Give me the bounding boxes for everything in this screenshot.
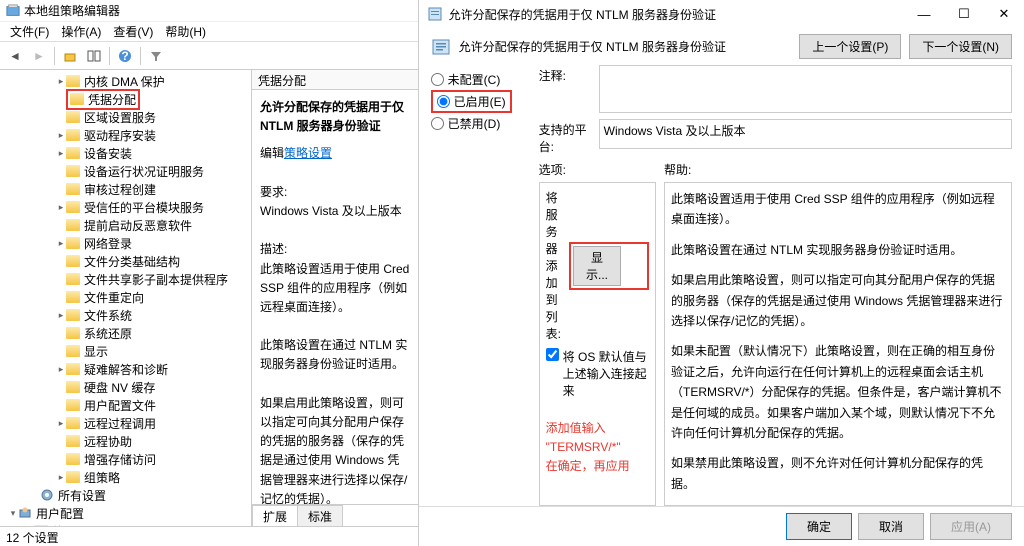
tree-node[interactable]: 审核过程创建 bbox=[84, 181, 156, 198]
gpe-app-icon bbox=[6, 4, 20, 18]
comment-label: 注释: bbox=[539, 65, 599, 113]
tree-node[interactable]: 疑难解答和诊断 bbox=[84, 361, 168, 378]
tree-node[interactable]: 设备安装 bbox=[84, 145, 132, 162]
options-label: 选项: bbox=[539, 161, 664, 178]
help-label: 帮助: bbox=[664, 161, 1012, 178]
tree-node[interactable]: 硬盘 NV 缓存 bbox=[84, 379, 155, 396]
ok-button[interactable]: 确定 bbox=[786, 513, 852, 540]
minimize-button[interactable]: — bbox=[904, 1, 944, 27]
state-radio-group: 未配置(C) 已启用(E) 已禁用(D) bbox=[431, 65, 531, 506]
tree-pane[interactable]: ▸内核 DMA 保护 凭据分配 区域设置服务 ▸驱动程序安装 ▸设备安装 设备运… bbox=[0, 70, 252, 526]
platform-value: Windows Vista 及以上版本 bbox=[599, 119, 1012, 149]
policy-icon bbox=[427, 6, 443, 22]
help-panel: 此策略设置适用于使用 Cred SSP 组件的应用程序（例如远程桌面连接）。 此… bbox=[664, 182, 1012, 506]
back-button[interactable]: ◄ bbox=[4, 45, 26, 67]
detail-header: 凭据分配 bbox=[252, 70, 418, 90]
tree-all-settings[interactable]: 所有设置 bbox=[58, 487, 106, 504]
detail-tabs: 扩展 标准 bbox=[252, 504, 418, 526]
menu-file[interactable]: 文件(F) bbox=[6, 22, 53, 41]
tree-node[interactable]: 系统还原 bbox=[84, 325, 132, 342]
group-policy-editor: 本地组策略编辑器 文件(F) 操作(A) 查看(V) 帮助(H) ◄ ► ? ▸… bbox=[0, 0, 419, 546]
tree-node[interactable]: 文件分类基础结构 bbox=[84, 253, 180, 270]
req-value: Windows Vista 及以上版本 bbox=[260, 202, 410, 221]
gpe-titlebar: 本地组策略编辑器 bbox=[0, 0, 418, 22]
menu-help[interactable]: 帮助(H) bbox=[161, 22, 210, 41]
policy-name: 允许分配保存的凭据用于仅 NTLM 服务器身份验证 bbox=[459, 38, 792, 55]
options-panel: 将服务器添加到列表: 显示... 将 OS 默认值与上述输入连接起来 添加值输入… bbox=[539, 182, 656, 506]
dialog-footer: 确定 取消 应用(A) bbox=[419, 506, 1024, 546]
prev-setting-button[interactable]: 上一个设置(P) bbox=[799, 34, 901, 59]
tree-node[interactable]: 文件系统 bbox=[84, 307, 132, 324]
gpe-menubar: 文件(F) 操作(A) 查看(V) 帮助(H) bbox=[0, 22, 418, 42]
tree-node[interactable]: 组策略 bbox=[84, 469, 120, 486]
tree-node[interactable]: 提前启动反恶意软件 bbox=[84, 217, 192, 234]
tab-extended[interactable]: 扩展 bbox=[252, 505, 298, 526]
apply-button[interactable]: 应用(A) bbox=[930, 513, 1012, 540]
settings-icon bbox=[40, 488, 54, 502]
detail-pane: 凭据分配 允许分配保存的凭据用于仅 NTLM 服务器身份验证 编辑策略设置 要求… bbox=[252, 70, 418, 526]
svg-text:?: ? bbox=[121, 49, 128, 63]
tree-node[interactable]: 远程过程调用 bbox=[84, 415, 156, 432]
tree-node[interactable]: 内核 DMA 保护 bbox=[84, 73, 165, 90]
tree-node[interactable]: 文件共享影子副本提供程序 bbox=[84, 271, 228, 288]
tree-node[interactable]: 网络登录 bbox=[84, 235, 132, 252]
comment-input[interactable] bbox=[599, 65, 1012, 113]
policy-dialog: 允许分配保存的凭据用于仅 NTLM 服务器身份验证 — ☐ ✕ 允许分配保存的凭… bbox=[419, 0, 1024, 546]
dialog-title: 允许分配保存的凭据用于仅 NTLM 服务器身份验证 bbox=[449, 6, 904, 23]
tree-node[interactable]: 远程协助 bbox=[84, 433, 132, 450]
user-config-icon bbox=[18, 506, 32, 520]
edit-policy-link[interactable]: 策略设置 bbox=[284, 146, 332, 160]
tree-node[interactable]: 受信任的平台模块服务 bbox=[84, 199, 204, 216]
help-button[interactable]: ? bbox=[114, 45, 136, 67]
tree-node[interactable]: 设备运行状况证明服务 bbox=[84, 163, 204, 180]
filter-button[interactable] bbox=[145, 45, 167, 67]
tree-node-selected[interactable]: 凭据分配 bbox=[66, 89, 140, 110]
policy-title-icon bbox=[431, 37, 451, 57]
gpe-title-text: 本地组策略编辑器 bbox=[24, 2, 120, 19]
gpe-statusbar: 12 个设置 bbox=[0, 526, 418, 546]
req-label: 要求: bbox=[260, 183, 410, 202]
tree-user-config[interactable]: 用户配置 bbox=[36, 505, 84, 522]
next-setting-button[interactable]: 下一个设置(N) bbox=[909, 34, 1012, 59]
concat-default-checkbox[interactable] bbox=[546, 348, 559, 361]
radio-enabled[interactable] bbox=[437, 95, 450, 108]
annotation-text: 添加值输入 "TERMSRV/*" 在确定，再应用 bbox=[546, 419, 649, 477]
cancel-button[interactable]: 取消 bbox=[858, 513, 924, 540]
close-button[interactable]: ✕ bbox=[984, 1, 1024, 27]
platform-label: 支持的平台: bbox=[539, 119, 599, 155]
show-hide-button[interactable] bbox=[83, 45, 105, 67]
tree-node[interactable]: 文件重定向 bbox=[84, 289, 144, 306]
tree-node[interactable]: 用户配置文件 bbox=[84, 397, 156, 414]
radio-not-configured[interactable] bbox=[431, 73, 444, 86]
menu-view[interactable]: 查看(V) bbox=[109, 22, 157, 41]
up-button[interactable] bbox=[59, 45, 81, 67]
tree-node[interactable]: 显示 bbox=[84, 343, 108, 360]
show-button[interactable]: 显示... bbox=[573, 246, 621, 286]
maximize-button[interactable]: ☐ bbox=[944, 1, 984, 27]
dialog-titlebar: 允许分配保存的凭据用于仅 NTLM 服务器身份验证 — ☐ ✕ bbox=[419, 0, 1024, 28]
tab-standard[interactable]: 标准 bbox=[297, 505, 343, 526]
radio-disabled[interactable] bbox=[431, 117, 444, 130]
tree-node[interactable]: 区域设置服务 bbox=[84, 109, 156, 126]
tree-node[interactable]: 增强存储访问 bbox=[84, 451, 156, 468]
forward-button[interactable]: ► bbox=[28, 45, 50, 67]
gpe-toolbar: ◄ ► ? bbox=[0, 42, 418, 70]
desc-label: 描述: bbox=[260, 240, 410, 259]
add-server-label: 将服务器添加到列表: bbox=[546, 189, 561, 342]
menu-action[interactable]: 操作(A) bbox=[57, 22, 105, 41]
detail-body: 允许分配保存的凭据用于仅 NTLM 服务器身份验证 编辑策略设置 要求: Win… bbox=[252, 90, 418, 504]
concat-default-label[interactable]: 将 OS 默认值与上述输入连接起来 bbox=[563, 348, 649, 399]
detail-title: 允许分配保存的凭据用于仅 NTLM 服务器身份验证 bbox=[260, 98, 410, 136]
tree-node[interactable]: 驱动程序安装 bbox=[84, 127, 156, 144]
